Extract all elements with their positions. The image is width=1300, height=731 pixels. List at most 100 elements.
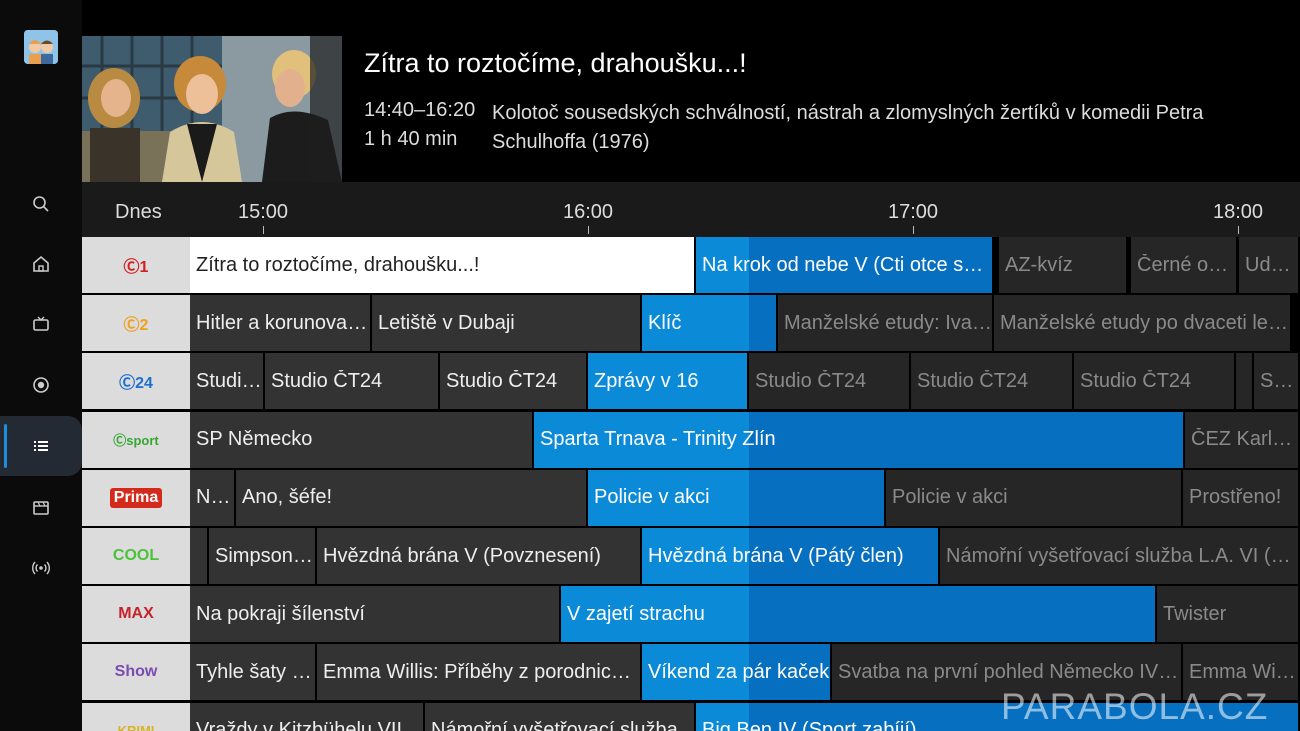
program-cell-title: Zítra to roztočíme, drahoušku...! [196,253,480,276]
channel-logo[interactable]: Ⓒ2 [82,295,190,352]
program-cell[interactable]: Hitler a korunovační klenoty [190,295,370,352]
channel-row: Ⓒ24 Studio ČT24 Studio ČT24 Studio ČT24 Zprá… [82,353,1300,410]
program-cell[interactable]: Návraty [190,469,234,526]
nav-videoteka[interactable] [0,477,82,537]
program-cell[interactable]: Studio ČT24 [265,353,438,410]
broadcast-icon [32,561,50,575]
channel-logo[interactable]: Show [82,644,190,701]
program-cell-title: Twister [1163,602,1227,625]
program-cell-title: Hvězdná brána V (Pátý člen) [648,544,904,567]
program-cell[interactable]: Studio ČT24 [749,353,909,410]
program-thumbnail [82,36,342,182]
search-icon [33,196,49,212]
channel-logo[interactable]: Ⓒ1 [82,237,190,293]
program-cell[interactable]: ČEZ Karlovarská liga [1185,411,1298,468]
program-cell-title: Policie v akci [594,486,710,509]
channel-logo[interactable]: MAX [82,586,190,643]
channel-logo[interactable]: Prima [82,469,190,526]
channel-logo-text: Ⓒ24 [119,375,153,393]
program-cell[interactable]: Tyhle šaty beru [190,644,315,701]
program-cell[interactable]: Prostřeno! [1183,469,1298,526]
program-cell[interactable]: SP Německo [190,411,532,468]
program-cell-title: Emma Willis [1189,660,1298,683]
channel-logo[interactable]: Ⓒsport [82,411,190,468]
nav-home[interactable] [0,234,82,294]
record-icon [33,377,49,393]
program-cell-title: Vraždy v Kitzbühelu VII (V... [196,719,423,731]
program-cell[interactable]: Zprávy v 16 [588,353,747,410]
program-cell[interactable]: Studio ČT24 [1074,353,1234,410]
program-cell-title: Policie v akci [892,486,1008,509]
program-cell[interactable]: V zajetí strachu [561,586,1155,643]
program-cell[interactable] [1236,353,1252,410]
nav-epg[interactable] [0,416,82,476]
program-cell[interactable]: Zítra to roztočíme, drahoušku...! [190,237,694,293]
program-cell-title: Studio ČT24 [1080,369,1192,392]
channel-logo-text: Ⓒ1 [123,259,149,276]
program-cell[interactable]: Manželské etudy po dvaceti letech [994,295,1290,352]
program-cell-title: Na pokraji šílenství [196,602,365,625]
program-cell[interactable]: AZ-kvíz [999,237,1126,293]
channel-logo[interactable]: COOL [82,528,190,584]
program-cell[interactable]: Studio ČT24 [440,353,586,410]
program-cell-title: Big Ben IV (Sport zabíjí) [702,719,917,731]
program-cell[interactable]: Emma Willis: Příběhy z porodnice v... [317,644,640,701]
program-cell[interactable]: Na krok od nebe V (Cti otce svého) [696,237,992,293]
tick-mark [1238,226,1239,234]
avatar[interactable] [24,30,58,64]
program-cell-title: Sparta Trnava - Trinity Zlín [540,428,776,451]
channel-row: Prima Návraty Ano, šéfe! Policie v akci Poli… [82,469,1300,526]
program-cell[interactable]: Klíč [642,295,776,352]
home-icon [33,255,49,272]
program-cell[interactable] [190,528,207,584]
nav-radio[interactable] [0,538,82,598]
time-tick: 18:00 [1212,201,1264,223]
program-cell[interactable]: Námořní vyšetřovací služba L.A. VI (Pohř… [940,528,1298,584]
program-cell-title: Letiště v Dubaji [378,311,515,334]
program-cell-title: Víkend za pár kaček [648,660,830,683]
program-cell[interactable]: Studio ČT24 [190,353,263,410]
nav-search[interactable] [0,174,82,234]
time-tick: 16:00 [562,201,614,223]
program-cell[interactable]: Události [1239,237,1298,293]
program-description: Kolotoč sousedských schválností, nástrah… [492,102,1204,153]
program-cell-title: Studio ČT24 [271,369,383,392]
channel-row: Ⓒ2 Hitler a korunovační klenoty Letiště v … [82,295,1300,352]
tick-mark [588,226,589,234]
timeline-header: Dnes 15:00 16:00 17:00 18:00 [82,182,1300,237]
program-cell[interactable]: Twister [1157,586,1298,643]
nav-tv[interactable] [0,294,82,354]
channel-row: COOL Simpsonovi Hvězdná brána V (Povznesen… [82,528,1300,584]
today-label[interactable]: Dnes [115,201,162,224]
program-cell-title: Námořní vyšetřovací služba [431,719,678,731]
program-cell[interactable]: Námořní vyšetřovací služba [425,702,694,731]
program-cell[interactable]: Vraždy v Kitzbühelu VII (V... [190,702,423,731]
program-cell[interactable]: Studio ČT24 [911,353,1072,410]
program-cell-title: Manželské etudy: Ivana a Jiří [784,311,992,334]
program-cell[interactable]: Simpsonovi [209,528,315,584]
program-cell[interactable]: Manželské etudy: Ivana a Jiří [778,295,992,352]
program-cell[interactable]: Sparta Trnava - Trinity Zlín [534,411,1183,468]
program-cell[interactable]: Policie v akci [886,469,1181,526]
program-cell[interactable]: Letiště v Dubaji [372,295,640,352]
channel-logo-text: Prima [109,487,163,508]
program-cell[interactable]: Policie v akci [588,469,884,526]
program-cell-title: Studio ČT24 [755,369,867,392]
program-cell[interactable]: Ano, šéfe! [236,469,586,526]
clapper-icon [33,501,49,515]
program-cell-title: Studio ČT24 [1260,369,1298,392]
nav-record[interactable] [0,355,82,415]
program-cell[interactable]: Hvězdná brána V (Povznesení) [317,528,640,584]
channel-logo-text: COOL [112,547,160,564]
program-cell[interactable]: Černé ovce [1131,237,1236,293]
program-cell[interactable]: Na pokraji šílenství [190,586,559,643]
sidebar [0,0,82,731]
program-cell[interactable]: Víkend za pár kaček [642,644,830,701]
channel-logo[interactable]: KRIMI [82,702,190,731]
program-cell[interactable]: Studio ČT24 [1254,353,1298,410]
program-cell-title: Události [1245,253,1298,276]
program-cell[interactable]: Hvězdná brána V (Pátý člen) [642,528,938,584]
channel-logo[interactable]: Ⓒ24 [82,353,190,410]
program-cell-title: Emma Willis: Příběhy z porodnice v... [323,660,640,683]
tick-mark [913,226,914,234]
